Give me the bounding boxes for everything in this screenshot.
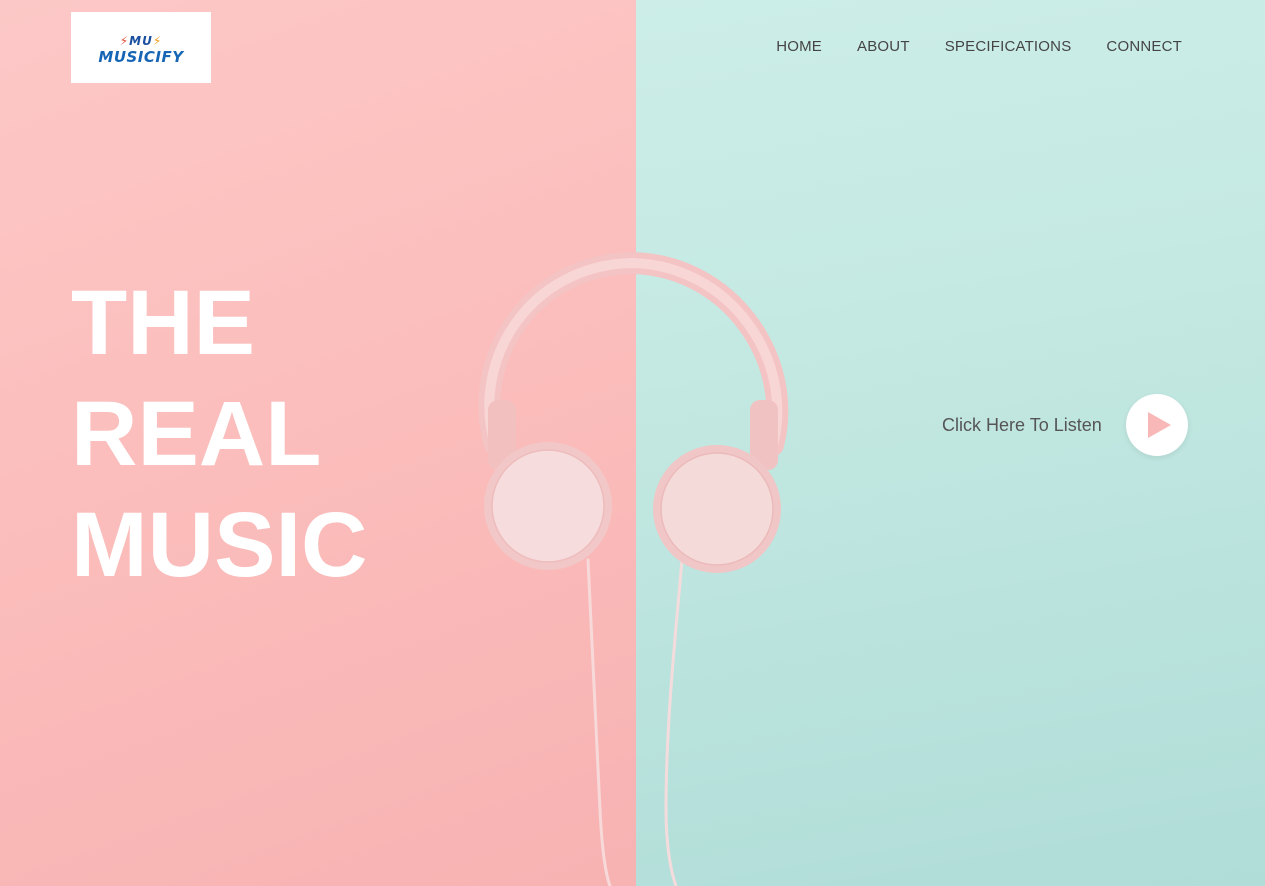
headline-line-1: THE	[71, 272, 255, 374]
main-nav: HOME ABOUT SPECIFICATIONS CONNECT	[776, 38, 1182, 55]
listen-label: Click Here To Listen	[942, 414, 1102, 435]
headline-line-2: REAL	[71, 383, 322, 485]
brand-logo[interactable]: ⚡MU⚡ MUSICIFY	[71, 12, 211, 83]
nav-item-home[interactable]: HOME	[776, 38, 822, 55]
play-button[interactable]	[1125, 394, 1188, 456]
play-icon	[1147, 412, 1171, 438]
headline-line-3: MUSIC	[71, 494, 368, 596]
nav-item-connect[interactable]: CONNECT	[1106, 38, 1182, 55]
logo-text: MUSICIFY	[98, 47, 184, 66]
hero-headline: THE REAL MUSIC	[71, 268, 367, 601]
listen-cta[interactable]: Click Here To Listen	[942, 394, 1188, 456]
nav-item-specifications[interactable]: SPECIFICATIONS	[945, 38, 1072, 55]
logo-mark: ⚡MU⚡	[119, 33, 163, 48]
headphones-icon	[478, 251, 789, 886]
nav-item-about[interactable]: ABOUT	[857, 38, 910, 55]
